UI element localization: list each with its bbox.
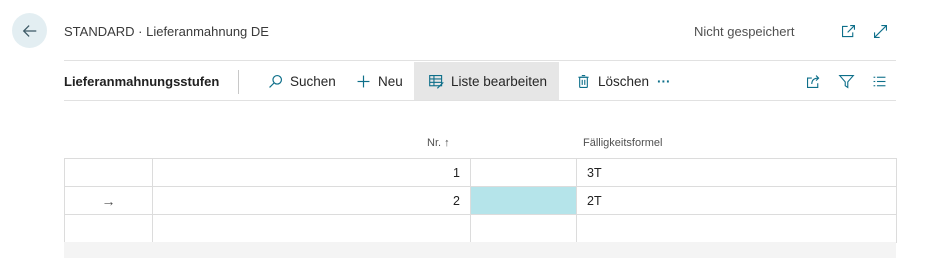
- list-view-button[interactable]: [870, 72, 888, 90]
- formula-cell[interactable]: 3T: [576, 158, 897, 187]
- nr-cell[interactable]: 1: [152, 158, 471, 187]
- page-caption: Lieferanmahnungsstufen: [64, 74, 220, 89]
- delete-label: Löschen: [598, 73, 650, 89]
- list-view-icon: [873, 76, 885, 86]
- trash-icon: [578, 74, 589, 88]
- column-header-faelligkeitsformel[interactable]: Fälligkeitsformel: [583, 137, 662, 149]
- row-indicator[interactable]: [64, 214, 153, 243]
- new-label: Neu: [378, 73, 403, 89]
- table-row[interactable]: 1 3T: [64, 158, 897, 187]
- expand-icon: [873, 24, 887, 38]
- filter-icon: [837, 74, 855, 88]
- data-grid: 1 3T → 2 2T: [64, 158, 897, 243]
- formula-cell[interactable]: [576, 214, 897, 243]
- toolbar-divider: [64, 100, 896, 101]
- grid-footer: [64, 242, 896, 258]
- table-row[interactable]: [64, 214, 897, 243]
- row-indicator[interactable]: →: [64, 186, 153, 215]
- share-icon: [806, 74, 819, 88]
- edit-list-label: Liste bearbeiten: [451, 73, 548, 89]
- extra-cell[interactable]: [470, 186, 577, 215]
- extra-cell[interactable]: [470, 214, 577, 243]
- edit-list-icon: [429, 74, 444, 89]
- open-in-new-window-icon: [841, 24, 855, 37]
- column-header-nr[interactable]: Nr. ↑: [427, 137, 450, 149]
- toolbar-separator: [238, 70, 239, 94]
- edit-list-button[interactable]: Liste bearbeiten: [414, 62, 559, 100]
- expand-button[interactable]: [871, 22, 889, 40]
- open-in-new-window-button[interactable]: [839, 22, 857, 40]
- save-status: Nicht gespeichert: [694, 24, 795, 39]
- header-divider: [64, 60, 896, 61]
- back-button[interactable]: [12, 13, 47, 48]
- back-arrow-icon: [22, 24, 36, 37]
- nr-cell[interactable]: [152, 214, 471, 243]
- delete-button[interactable]: Löschen: [569, 62, 655, 100]
- row-indicator[interactable]: [64, 158, 153, 187]
- more-options-label: ···: [657, 73, 671, 89]
- filter-button[interactable]: [837, 72, 855, 90]
- search-button[interactable]: Suchen: [261, 62, 342, 100]
- plus-icon: [357, 75, 370, 87]
- search-icon: [269, 74, 283, 88]
- search-label: Suchen: [290, 73, 336, 89]
- nr-cell[interactable]: 2: [152, 186, 471, 215]
- extra-cell[interactable]: [470, 158, 577, 187]
- new-button[interactable]: Neu: [349, 62, 409, 100]
- formula-cell[interactable]: 2T: [576, 186, 897, 215]
- more-options-button[interactable]: ···: [651, 62, 677, 100]
- share-button[interactable]: [804, 72, 822, 90]
- table-row[interactable]: → 2 2T: [64, 186, 897, 215]
- page-title: STANDARD · Lieferanmahnung DE: [64, 24, 269, 39]
